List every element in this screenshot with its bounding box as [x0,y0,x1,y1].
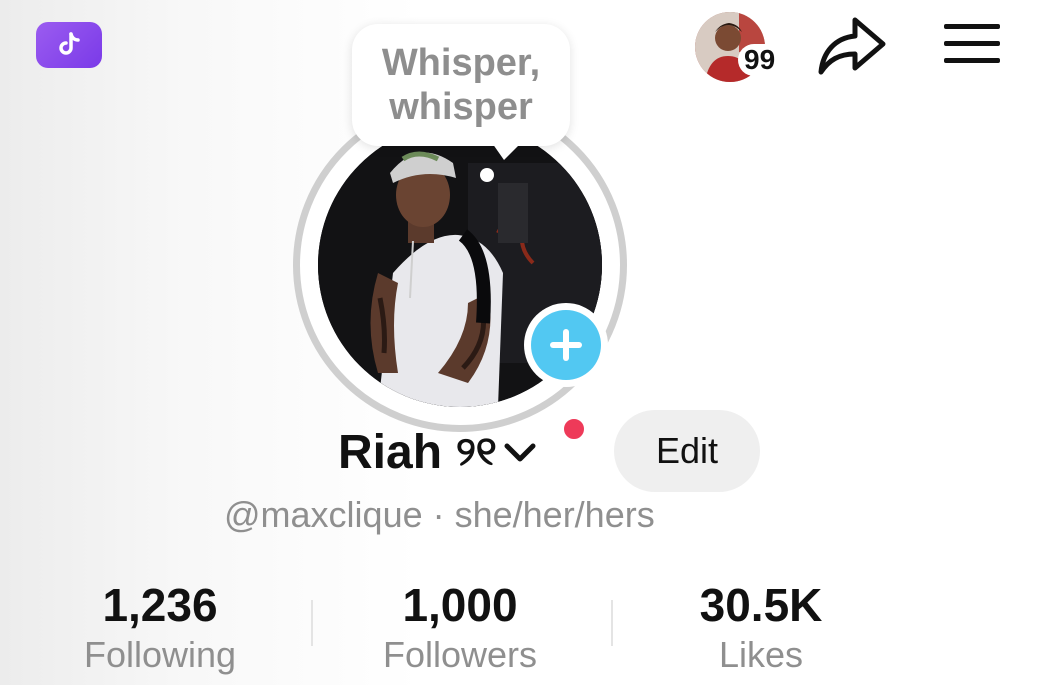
stat-value: 1,000 [402,579,518,631]
stat-divider [311,600,313,646]
notification-count-badge: 99 [738,44,782,76]
display-name: Riah [338,425,443,479]
menu-button[interactable] [940,20,1004,68]
profile-page: 99 Whisper, whisper Riah ୨୧ Edit @maxcli… [0,0,1050,685]
stat-divider [611,600,613,646]
note-bubble-dot [480,168,494,182]
stat-label: Followers [382,634,538,675]
share-arrow-icon [818,17,886,75]
chevron-down-icon[interactable] [503,440,537,464]
stat-label: Following [83,634,237,675]
stat-followers[interactable]: 1,000 Followers [330,578,590,678]
note-bubble[interactable]: Whisper, whisper [352,24,570,146]
display-name-row[interactable]: Riah ୨୧ [338,420,537,484]
tiktok-badge-button[interactable] [36,22,102,68]
add-photo-button[interactable] [524,303,608,387]
stat-value: 30.5K [699,579,823,631]
tiktok-ticket-icon [59,32,80,55]
plus-icon [550,329,582,361]
display-name-decoration: ୨୧ [456,429,497,474]
add-photo-circle [531,310,601,380]
note-bubble-line-2: whisper [389,86,533,128]
share-button[interactable] [815,12,889,78]
username-and-pronouns: @maxclique · she/her/hers [224,494,655,535]
hamburger-menu-icon [944,24,1000,63]
stat-likes[interactable]: 30.5K Likes [631,578,891,678]
notification-dot [562,417,586,441]
stat-label: Likes [718,634,804,675]
note-bubble-line-1: Whisper, [381,42,541,84]
edit-profile-button[interactable]: Edit [614,410,760,492]
note-bubble-tail [490,140,524,160]
stat-following[interactable]: 1,236 Following [30,578,290,678]
stat-value: 1,236 [102,579,218,631]
